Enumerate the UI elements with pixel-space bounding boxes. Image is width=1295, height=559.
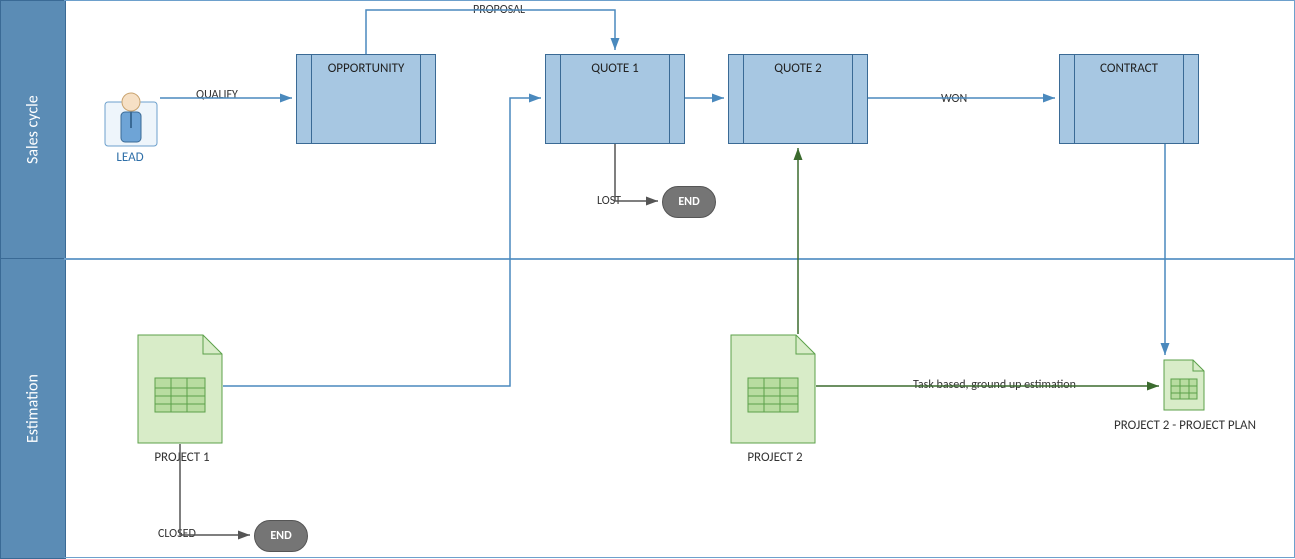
edge-qualify: QUALIFY [193,88,241,102]
quote2-label: QUOTE 2 [774,61,822,76]
edge-won: WON [938,92,970,106]
project2-plan-label: PROJECT 2 - PROJECT PLAN [1095,418,1275,433]
edge-proposal: PROPOSAL [470,3,528,17]
lane-header-sales: Sales cycle [0,0,66,260]
lead-label: LEAD [100,150,160,165]
edge-closed: CLOSED [155,527,199,541]
opportunity-label: OPPORTUNITY [328,61,405,76]
lead-icon [103,88,159,153]
project2-doc [730,334,816,449]
quote2-box: QUOTE 2 [728,54,868,144]
contract-label: CONTRACT [1100,61,1158,76]
end-lost: END [662,186,716,218]
lane-divider [64,258,1295,260]
project1-label: PROJECT 1 [127,450,237,465]
lane-header-estimation: Estimation [0,258,66,559]
edge-taskbased: Task based, ground up estimation [910,378,1079,392]
project2-plan-doc [1163,359,1205,416]
quote1-label: QUOTE 1 [591,61,639,76]
edge-lost: LOST [594,194,624,208]
project1-doc [137,334,223,449]
contract-box: CONTRACT [1059,54,1199,144]
quote1-box: QUOTE 1 [545,54,685,144]
opportunity-box: OPPORTUNITY [296,54,436,144]
lane-body-estimation [64,258,1295,558]
project2-label: PROJECT 2 [720,450,830,465]
end-closed: END [254,520,308,552]
